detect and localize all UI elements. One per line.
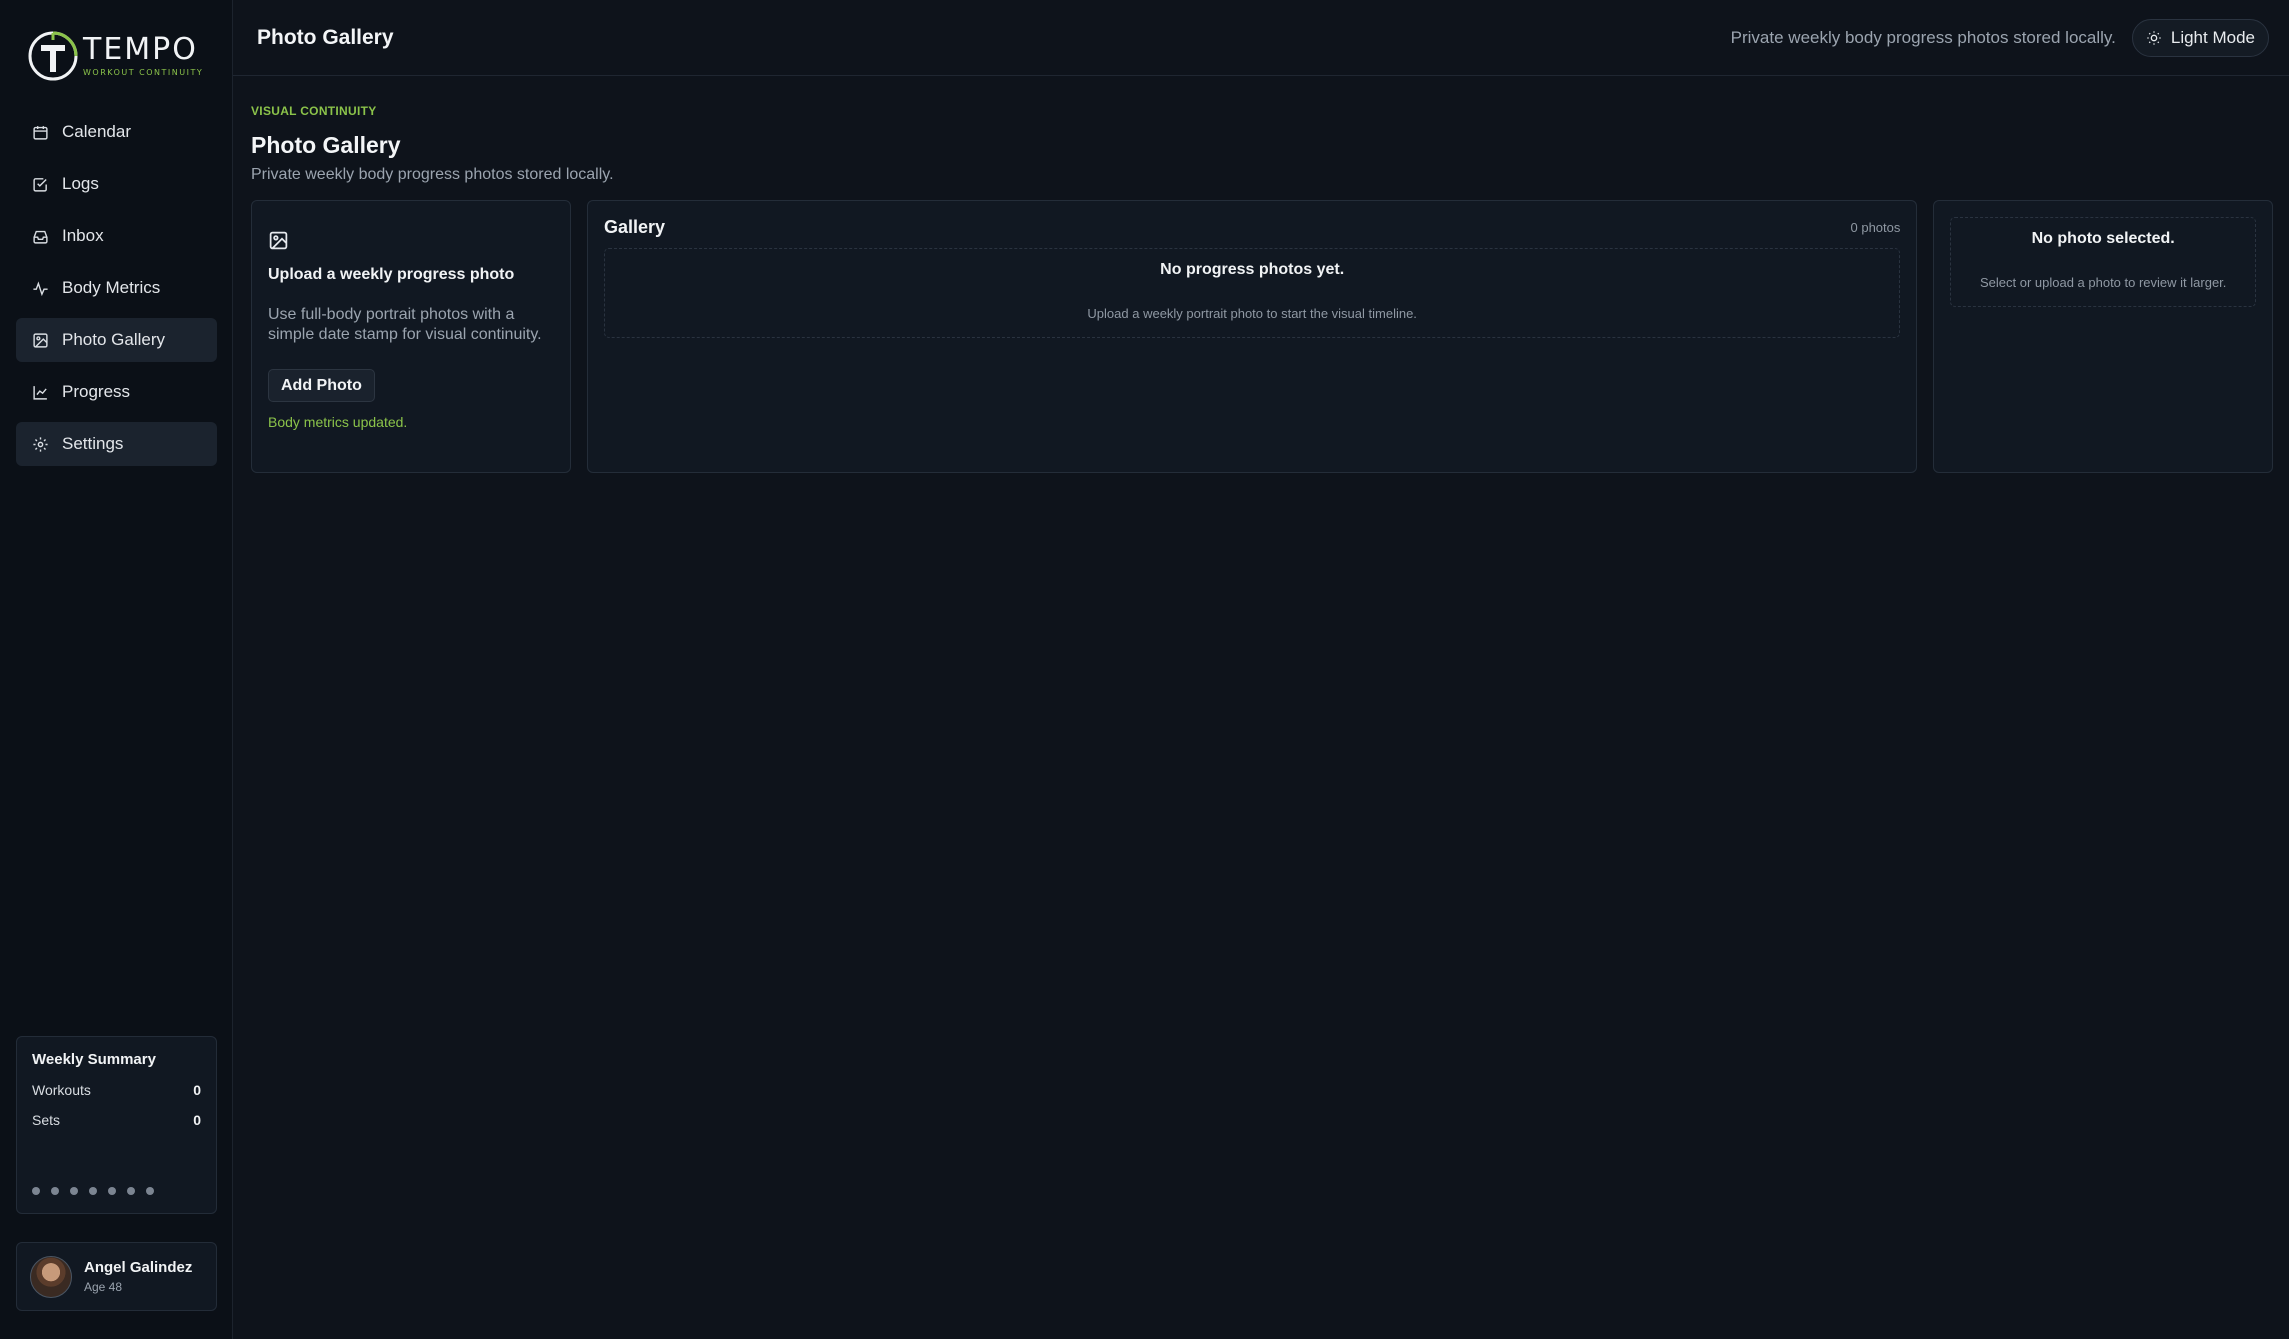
viewer-subtitle: Select or upload a photo to review it la… (1979, 275, 2227, 290)
image-icon (33, 332, 48, 348)
day-dot (89, 1187, 97, 1195)
day-dot (70, 1187, 78, 1195)
pulse-icon (33, 280, 48, 296)
workouts-value: 0 (193, 1082, 201, 1098)
sets-label: Sets (32, 1112, 61, 1128)
sun-icon (2147, 30, 2161, 45)
status-message: Body metrics updated. (268, 414, 408, 430)
empty-state-subtitle: Upload a weekly portrait photo to start … (1087, 306, 1417, 321)
line-chart-icon (33, 385, 47, 400)
light-mode-label: Light Mode (2170, 27, 2255, 47)
sidebar-item-settings[interactable]: Settings (16, 422, 217, 466)
day-dot (108, 1187, 116, 1195)
sidebar-item-inbox[interactable]: Inbox (16, 214, 217, 258)
sidebar-item-body-metrics[interactable]: Body Metrics (16, 266, 217, 310)
tempo-logo-icon (28, 31, 78, 81)
viewer-title: No photo selected. (2031, 230, 2175, 247)
sidebar-item-label: Settings (62, 434, 124, 453)
user-age: Age 48 (84, 1280, 123, 1294)
sidebar: TEMPO WORKOUT CONTINUITY Calendar Logs I… (0, 0, 233, 1339)
page-subtitle: Private weekly body progress photos stor… (251, 166, 614, 183)
topbar: Photo Gallery Private weekly body progre… (233, 0, 2289, 76)
gallery-title: Gallery (604, 217, 666, 237)
day-dot (146, 1187, 154, 1195)
user-profile-card[interactable]: Angel Galindez Age 48 (16, 1242, 217, 1311)
sidebar-item-label: Body Metrics (62, 278, 161, 297)
gallery-count: 0 photos (1850, 220, 1901, 235)
image-upload-icon (269, 231, 288, 250)
sets-value: 0 (193, 1112, 201, 1128)
sidebar-item-label: Calendar (62, 122, 131, 141)
weekly-sets-row: Sets 0 (32, 1112, 201, 1128)
page-content: VISUAL CONTINUITY Photo Gallery Private … (251, 104, 2273, 473)
sidebar-item-logs[interactable]: Logs (16, 162, 217, 206)
photo-viewer-panel: No photo selected. Select or upload a ph… (1933, 200, 2273, 473)
upload-title: Upload a weekly progress photo (268, 266, 515, 283)
weekly-summary-card: Weekly Summary Workouts 0 Sets 0 (16, 1036, 217, 1214)
brand-tagline: WORKOUT CONTINUITY (83, 68, 204, 77)
sidebar-item-calendar[interactable]: Calendar (16, 110, 217, 154)
gallery-panel: Gallery 0 photos No progress photos yet.… (587, 200, 1918, 473)
user-name: Angel Galindez (84, 1259, 193, 1276)
sidebar-item-photo-gallery[interactable]: Photo Gallery (16, 318, 217, 362)
day-dot (51, 1187, 59, 1195)
app-root: TEMPO WORKOUT CONTINUITY Calendar Logs I… (0, 0, 2289, 1339)
avatar (30, 1255, 72, 1298)
sidebar-item-label: Progress (62, 382, 131, 401)
checkbox-icon (33, 177, 47, 192)
week-day-dots (32, 1187, 165, 1195)
photo-viewer-empty: No photo selected. Select or upload a ph… (1950, 217, 2256, 307)
topbar-title: Photo Gallery (257, 25, 394, 49)
sidebar-item-label: Logs (62, 174, 99, 193)
inbox-icon (33, 230, 48, 244)
topbar-note: Private weekly body progress photos stor… (1730, 27, 2116, 47)
upload-description: Use full-body portrait photos with a sim… (268, 306, 542, 343)
upload-panel: Upload a weekly progress photo Use full-… (251, 200, 571, 473)
page-title: Photo Gallery (251, 132, 401, 158)
empty-state-title: No progress photos yet. (1160, 261, 1345, 278)
calendar-icon (33, 125, 48, 140)
day-dot (127, 1187, 135, 1195)
page-eyebrow: VISUAL CONTINUITY (251, 104, 377, 118)
main-area: Photo Gallery Private weekly body progre… (233, 0, 2289, 1339)
light-mode-button[interactable]: Light Mode (2131, 18, 2269, 57)
panels-row: Upload a weekly progress photo Use full-… (251, 200, 2273, 473)
brand-name: TEMPO (83, 32, 198, 67)
gear-icon (33, 436, 48, 452)
logo[interactable]: TEMPO WORKOUT CONTINUITY (27, 28, 203, 84)
sidebar-item-progress[interactable]: Progress (16, 370, 217, 414)
day-dot (32, 1187, 40, 1195)
weekly-summary-title: Weekly Summary (32, 1051, 156, 1068)
workouts-label: Workouts (32, 1082, 91, 1098)
add-photo-button[interactable]: Add Photo (268, 369, 375, 402)
weekly-workouts-row: Workouts 0 (32, 1082, 201, 1098)
gallery-empty-state: No progress photos yet. Upload a weekly … (604, 248, 1901, 338)
sidebar-nav: Calendar Logs Inbox Body Metrics Photo G… (16, 110, 217, 474)
sidebar-item-label: Inbox (62, 226, 104, 245)
sidebar-item-label: Photo Gallery (62, 330, 165, 349)
